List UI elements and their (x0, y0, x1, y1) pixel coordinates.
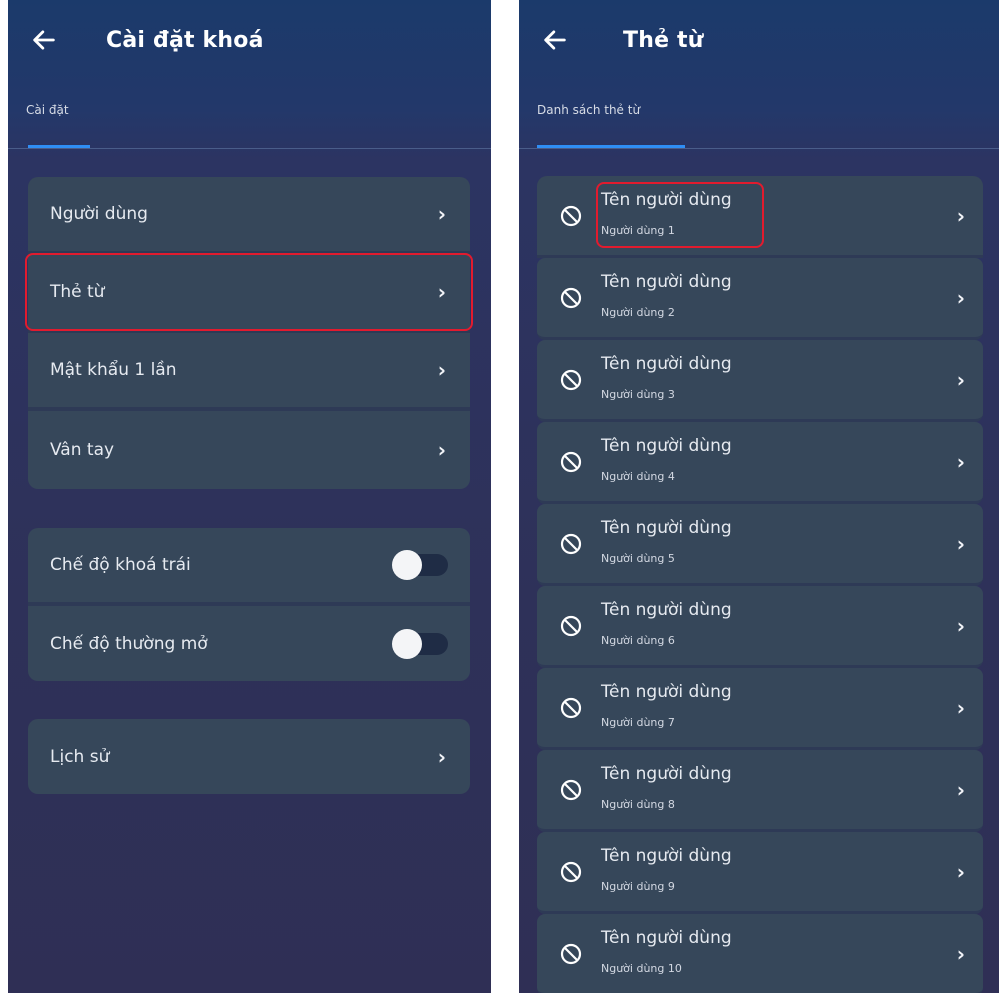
user-label: Người dùng 9 (601, 880, 675, 893)
settings-item-label: Người dùng (50, 204, 148, 224)
user-label: Người dùng 7 (601, 716, 675, 729)
settings-item-label: Lịch sử (50, 746, 110, 767)
user-label: Người dùng 4 (601, 470, 675, 483)
user-name: Tên người dùng (601, 764, 732, 784)
tab-divider (519, 148, 999, 149)
settings-group-history: Lịch sử › (28, 719, 470, 794)
user-label: Người dùng 1 (601, 224, 675, 237)
tab-card-list[interactable]: Danh sách thẻ từ (537, 103, 640, 117)
ban-icon (560, 943, 582, 964)
open-mode-toggle[interactable] (392, 628, 448, 659)
user-name: Tên người dùng (601, 436, 732, 456)
chevron-right-icon: › (956, 941, 965, 966)
user-name: Tên người dùng (601, 518, 732, 538)
card-list: Tên người dùng Người dùng 1 › Tên người dùn… (537, 176, 983, 993)
ban-icon (560, 205, 582, 226)
settings-item-fingerprint[interactable]: Vân tay › (28, 411, 470, 489)
settings-item-history[interactable]: Lịch sử › (28, 719, 470, 794)
user-name: Tên người dùng (601, 600, 732, 620)
settings-toggle-open-mode: Chế độ thường mở (28, 606, 470, 681)
user-label: Người dùng 5 (601, 552, 675, 565)
toggle-knob (392, 550, 422, 580)
list-item[interactable]: Tên người dùng Người dùng 2 › (537, 258, 983, 340)
user-name: Tên người dùng (601, 354, 732, 374)
chevron-right-icon: › (956, 613, 965, 638)
settings-item-label: Mật khẩu 1 lần (50, 360, 177, 380)
chevron-right-icon: › (956, 777, 965, 802)
chevron-right-icon: › (956, 859, 965, 884)
ban-icon (560, 533, 582, 554)
ban-icon (560, 451, 582, 472)
chevron-right-icon: › (956, 203, 965, 228)
chevron-right-icon: › (437, 744, 446, 769)
ban-icon (560, 369, 582, 390)
toggle-label: Chế độ khoá trái (50, 555, 191, 575)
ban-icon (560, 861, 582, 882)
user-label: Người dùng 3 (601, 388, 675, 401)
list-item[interactable]: Tên người dùng Người dùng 8 › (537, 750, 983, 832)
ban-icon (560, 779, 582, 800)
user-name: Tên người dùng (601, 272, 732, 292)
settings-item-otp[interactable]: Mật khẩu 1 lần › (28, 333, 470, 411)
user-name: Tên người dùng (601, 846, 732, 866)
lock-mode-toggle[interactable] (392, 550, 448, 580)
user-label: Người dùng 10 (601, 962, 682, 975)
list-item[interactable]: Tên người dùng Người dùng 1 › (537, 176, 983, 258)
chevron-right-icon: › (956, 449, 965, 474)
chevron-right-icon: › (437, 358, 446, 382)
settings-group-access: Người dùng › Thẻ từ › Mật khẩu 1 lần › V… (28, 177, 470, 489)
list-item[interactable]: Tên người dùng Người dùng 7 › (537, 668, 983, 750)
chevron-right-icon: › (437, 438, 446, 462)
arrow-left-icon[interactable] (30, 26, 58, 54)
ban-icon (560, 615, 582, 636)
chevron-right-icon: › (956, 531, 965, 556)
settings-item-label: Thẻ từ (50, 282, 105, 302)
page-title: Cài đặt khoá (106, 28, 264, 53)
user-name: Tên người dùng (601, 928, 732, 948)
user-label: Người dùng 6 (601, 634, 675, 647)
cards-screen: Thẻ từ Danh sách thẻ từ Tên người dùng Ng… (519, 0, 999, 993)
list-item[interactable]: Tên người dùng Người dùng 10 › (537, 914, 983, 993)
user-label: Người dùng 8 (601, 798, 675, 811)
chevron-right-icon: › (956, 285, 965, 310)
tab-divider (8, 148, 491, 149)
ban-icon (560, 697, 582, 718)
chevron-right-icon: › (437, 202, 446, 226)
list-item[interactable]: Tên người dùng Người dùng 3 › (537, 340, 983, 422)
ban-icon (560, 287, 582, 308)
chevron-right-icon: › (437, 280, 446, 304)
app-bar: Thẻ từ (519, 0, 999, 75)
chevron-right-icon: › (956, 367, 965, 392)
settings-item-cards[interactable]: Thẻ từ › (28, 255, 470, 333)
arrow-left-icon[interactable] (541, 26, 569, 54)
toggle-label: Chế độ thường mở (50, 633, 208, 654)
app-bar: Cài đặt khoá (8, 0, 491, 75)
list-item[interactable]: Tên người dùng Người dùng 4 › (537, 422, 983, 504)
list-item[interactable]: Tên người dùng Người dùng 9 › (537, 832, 983, 914)
toggle-knob (392, 628, 422, 659)
chevron-right-icon: › (956, 695, 965, 720)
user-label: Người dùng 2 (601, 306, 675, 319)
list-item[interactable]: Tên người dùng Người dùng 6 › (537, 586, 983, 668)
settings-group-modes: Chế độ khoá trái Chế độ thường mở (28, 528, 470, 681)
list-item[interactable]: Tên người dùng Người dùng 5 › (537, 504, 983, 586)
settings-item-label: Vân tay (50, 440, 115, 460)
page-title: Thẻ từ (623, 28, 704, 53)
user-name: Tên người dùng (601, 682, 732, 702)
settings-item-users[interactable]: Người dùng › (28, 177, 470, 255)
tab-settings[interactable]: Cài đặt (26, 103, 69, 117)
settings-toggle-lock-mode: Chế độ khoá trái (28, 528, 470, 606)
lock-settings-screen: Cài đặt khoá Cài đặt Người dùng › Thẻ từ… (8, 0, 491, 993)
user-name: Tên người dùng (601, 190, 732, 210)
